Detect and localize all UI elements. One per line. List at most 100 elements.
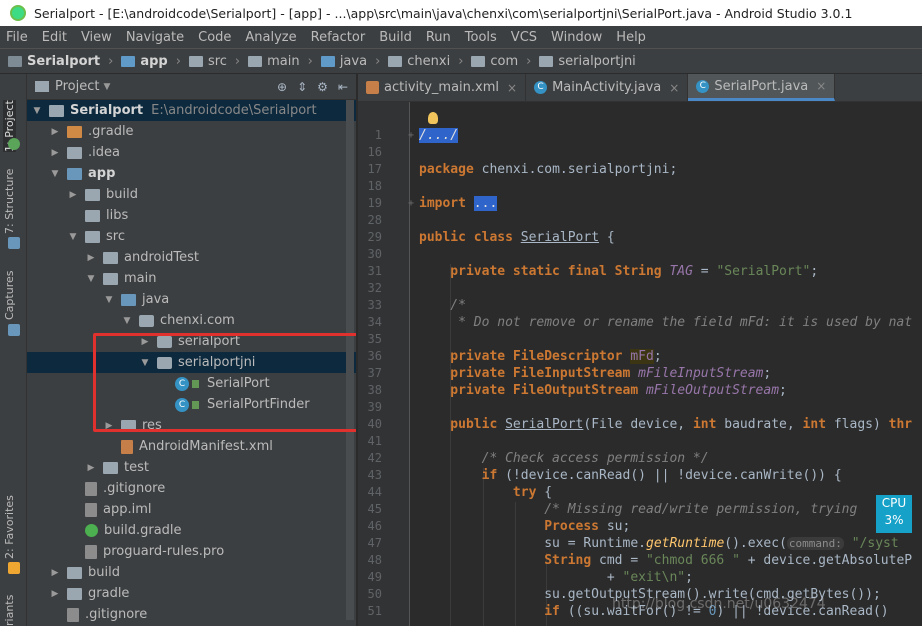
tree-node[interactable]: ▼ app xyxy=(27,163,356,184)
fold-plus-icon[interactable]: + xyxy=(408,195,414,212)
collapsed-arrow-icon[interactable]: ▶ xyxy=(49,568,61,578)
code-line: 32 xyxy=(367,281,382,295)
highlight-annotation-box xyxy=(93,333,360,432)
folder-icon xyxy=(85,188,100,201)
gear-icon[interactable]: ⚙ xyxy=(317,80,328,94)
crumb-serialportjni[interactable]: serialportjni xyxy=(539,54,636,69)
hide-panel-icon[interactable]: ⇤ xyxy=(338,80,348,94)
collapsed-arrow-icon[interactable]: ▶ xyxy=(85,253,97,263)
lightbulb-icon[interactable] xyxy=(428,112,438,124)
menu-refactor[interactable]: Refactor xyxy=(311,30,366,45)
expanded-arrow-icon[interactable]: ▼ xyxy=(67,232,79,242)
code-line: 16 xyxy=(367,145,382,159)
tree-node[interactable]: .gitignore xyxy=(27,604,356,625)
expanded-arrow-icon[interactable]: ▼ xyxy=(85,274,97,284)
menu-build[interactable]: Build xyxy=(379,30,412,45)
crumb-java[interactable]: java › xyxy=(320,54,380,69)
sync-scroll-icon[interactable]: ⊕ xyxy=(277,80,287,94)
menu-analyze[interactable]: Analyze xyxy=(245,30,296,45)
collapsed-arrow-icon[interactable]: ▶ xyxy=(67,190,79,200)
menu-window[interactable]: Window xyxy=(551,30,602,45)
crumb-serialport[interactable]: Serialport › xyxy=(8,54,113,69)
tool-window-build-variants[interactable]: riants xyxy=(3,595,16,626)
package-icon xyxy=(139,314,154,327)
tool-window-favorites[interactable]: 2: Favorites xyxy=(3,495,16,559)
menu-vcs[interactable]: VCS xyxy=(511,30,537,45)
tree-node[interactable]: ▶ .gradle xyxy=(27,121,356,142)
menu-file[interactable]: File xyxy=(6,30,28,45)
menu-tools[interactable]: Tools xyxy=(465,30,497,45)
menu-edit[interactable]: Edit xyxy=(42,30,67,45)
tree-node[interactable]: ▼ java xyxy=(27,289,356,310)
collapsed-arrow-icon[interactable]: ▶ xyxy=(49,148,61,158)
collapse-all-icon[interactable]: ⇕ xyxy=(297,80,307,94)
tree-node[interactable]: ▶ androidTest xyxy=(27,247,356,268)
tree-node[interactable]: libs xyxy=(27,205,356,226)
expanded-arrow-icon[interactable]: ▼ xyxy=(103,295,115,305)
code-line: 31 private static final String TAG = "Se… xyxy=(367,264,819,279)
close-icon[interactable]: × xyxy=(507,81,517,95)
tab-serialport-java[interactable]: C SerialPort.java × xyxy=(688,74,836,101)
collapsed-arrow-icon[interactable]: ▶ xyxy=(85,463,97,473)
menu-help[interactable]: Help xyxy=(616,30,646,45)
package-icon xyxy=(539,55,554,67)
tree-node[interactable]: ▶ build xyxy=(27,184,356,205)
tree-node[interactable]: proguard-rules.pro xyxy=(27,541,356,562)
code-line: 47 su = Runtime.getRuntime().exec(comman… xyxy=(367,536,899,551)
tree-node[interactable]: ▶ gradle xyxy=(27,583,356,604)
chevron-down-icon[interactable]: ▼ xyxy=(103,82,110,92)
chevron-right-icon: › xyxy=(108,53,114,69)
tree-node[interactable]: app.iml xyxy=(27,499,356,520)
crumb-com[interactable]: com › xyxy=(471,54,531,69)
code-line: 29 public class SerialPort { xyxy=(367,230,615,245)
tree-node[interactable]: ▼ src xyxy=(27,226,356,247)
tree-node[interactable]: ▼ main xyxy=(27,268,356,289)
parameter-hint: command: xyxy=(786,537,844,550)
tab-mainactivity-java[interactable]: C MainActivity.java × xyxy=(526,74,689,101)
window-title: Serialport - [E:\androidcode\Serialport]… xyxy=(34,5,853,21)
cpu-usage-widget[interactable]: CPU 3% xyxy=(876,495,912,533)
tree-node[interactable]: ▶ .idea xyxy=(27,142,356,163)
expanded-arrow-icon[interactable]: ▼ xyxy=(31,106,43,116)
expanded-arrow-icon[interactable]: ▼ xyxy=(121,316,133,326)
folder-icon xyxy=(85,209,100,222)
menu-run[interactable]: Run xyxy=(426,30,451,45)
menu-code[interactable]: Code xyxy=(198,30,231,45)
tab-activity-main-xml[interactable]: activity_main.xml × xyxy=(358,74,527,101)
folder-icon xyxy=(103,461,118,474)
code-editor[interactable]: 1 +/.../ 16 17 package chenxi.com.serialpo… xyxy=(358,102,922,626)
tree-node[interactable]: AndroidManifest.xml xyxy=(27,436,356,457)
code-line: 46 Process su; xyxy=(367,519,631,534)
file-icon xyxy=(67,607,79,622)
folder-icon xyxy=(67,587,82,600)
chevron-right-icon: › xyxy=(458,53,464,69)
menu-view[interactable]: View xyxy=(81,30,112,45)
crumb-src[interactable]: src › xyxy=(188,54,240,69)
tool-window-structure[interactable]: 7: Structure xyxy=(3,169,16,234)
close-icon[interactable]: × xyxy=(669,81,679,95)
tree-node[interactable]: ▼ chenxi.com xyxy=(27,310,356,331)
menu-navigate[interactable]: Navigate xyxy=(126,30,184,45)
tree-node[interactable]: ▼ Serialport E:\androidcode\Serialport xyxy=(27,100,356,121)
tree-node[interactable]: ▶ test xyxy=(27,457,356,478)
fold-plus-icon[interactable]: + xyxy=(408,127,414,144)
project-view-selector[interactable]: Project xyxy=(55,79,99,94)
code-line: 43 if (!device.canRead() || !device.canW… xyxy=(367,468,842,483)
tree-node[interactable]: .gitignore xyxy=(27,478,356,499)
code-line: 33 /* xyxy=(367,298,466,313)
folder-icon xyxy=(67,125,82,138)
crumb-main[interactable]: main › xyxy=(248,54,313,69)
tree-node[interactable]: build.gradle xyxy=(27,520,356,541)
collapsed-arrow-icon[interactable]: ▶ xyxy=(49,589,61,599)
tool-window-captures[interactable]: Captures xyxy=(3,271,16,320)
module-icon xyxy=(67,167,82,180)
tree-node[interactable]: ▶ build xyxy=(27,562,356,583)
crumb-chenxi[interactable]: chenxi › xyxy=(388,54,463,69)
code-line: 35 xyxy=(367,332,382,346)
collapsed-arrow-icon[interactable]: ▶ xyxy=(49,127,61,137)
folder-icon xyxy=(320,55,335,67)
crumb-app[interactable]: app › xyxy=(121,54,181,69)
close-icon[interactable]: × xyxy=(816,79,826,93)
code-line: 39 xyxy=(367,400,382,414)
expanded-arrow-icon[interactable]: ▼ xyxy=(49,169,61,179)
